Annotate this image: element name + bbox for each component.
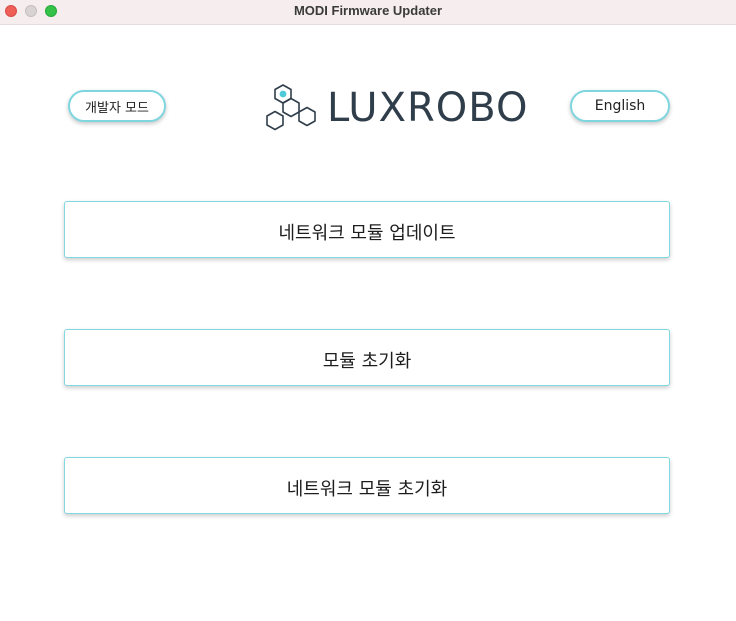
logo-wordmark: LUXROBO	[327, 85, 529, 131]
hexagon-molecule-icon	[266, 84, 316, 131]
network-module-reset-button[interactable]: 네트워크 모듈 초기화	[64, 457, 670, 514]
window-title: MODI Firmware Updater	[293, 3, 443, 18]
developer-mode-button[interactable]: 개발자 모드	[68, 90, 166, 122]
title-bar: MODI Firmware Updater	[0, 0, 736, 25]
language-toggle-button[interactable]: English	[570, 90, 670, 122]
app-window: MODI Firmware Updater 개발자 모드 LUXROBO Eng…	[0, 0, 736, 621]
luxrobo-logo: LUXROBO	[265, 82, 527, 134]
module-reset-button[interactable]: 모듈 초기화	[64, 329, 670, 386]
network-module-update-button[interactable]: 네트워크 모듈 업데이트	[64, 201, 670, 258]
